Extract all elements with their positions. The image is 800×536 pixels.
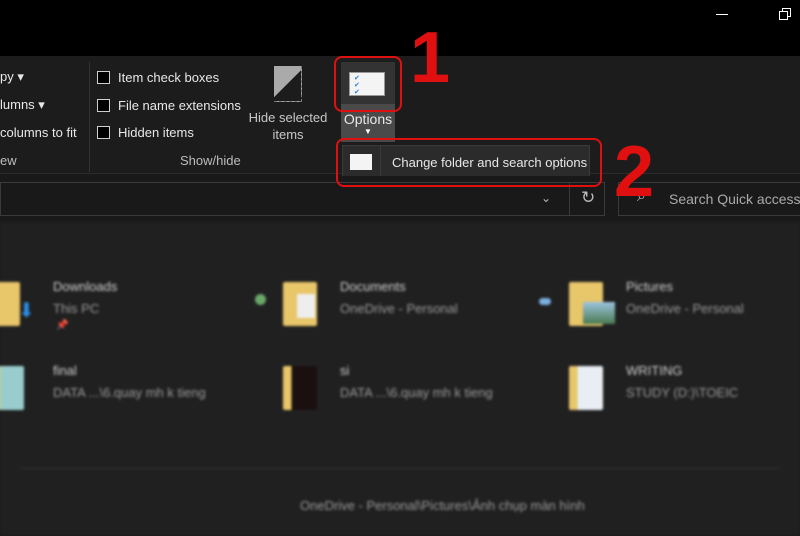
folder-name: final: [53, 363, 77, 378]
download-arrow-icon: ⬇: [18, 300, 35, 322]
folder-name: Documents: [340, 279, 406, 294]
minimize-icon[interactable]: [716, 14, 728, 15]
hide-selected-items-button[interactable]: Hide selected items: [248, 66, 328, 142]
folder-name: si: [340, 363, 350, 378]
restore-icon[interactable]: [779, 8, 791, 20]
highlight-options: [334, 56, 402, 112]
checkbox-label: File name extensions: [118, 98, 241, 113]
folder-name: Downloads: [53, 279, 118, 294]
label: items: [272, 127, 304, 142]
file-name-extensions-checkbox[interactable]: File name extensions: [97, 98, 241, 113]
label: Hide selected: [248, 110, 328, 125]
folder-name: WRITING: [626, 363, 683, 378]
cloud-icon: [539, 298, 551, 305]
divider: [89, 62, 90, 172]
search-placeholder: Search Quick access: [669, 191, 800, 207]
hide-page-icon: [274, 66, 302, 102]
folder-location: This PC: [53, 301, 100, 316]
layout-item[interactable]: py ▾: [0, 69, 24, 85]
size-columns-button[interactable]: columns to fit: [0, 125, 77, 140]
checkbox-label: Hidden items: [118, 125, 194, 140]
highlight-menu-item: [336, 138, 602, 187]
divider: [20, 468, 780, 469]
group-label-show-hide: Show/hide: [180, 153, 241, 168]
chevron-down-icon[interactable]: ⌄: [541, 191, 551, 205]
pin-icon: 📌: [56, 320, 69, 331]
chevron-down-icon: ▼: [364, 127, 372, 136]
folder-location: OneDrive - Personal: [626, 301, 744, 316]
folder-location: DATA ...\6.quay mh k tieng: [340, 385, 493, 400]
sync-status-icon: [255, 294, 266, 305]
step-2-label: 2: [614, 132, 655, 212]
item-check-boxes-checkbox[interactable]: Item check boxes: [97, 70, 219, 85]
layout-item[interactable]: lumns ▾: [0, 97, 45, 113]
options-label: Options: [343, 111, 393, 127]
hidden-items-checkbox[interactable]: Hidden items: [97, 125, 194, 140]
address-bar[interactable]: ⌄ ↻: [0, 182, 605, 216]
recent-file-location: OneDrive - Personal\Pictures\Ảnh chụp mà…: [300, 498, 585, 513]
folder-location: DATA ...\6.quay mh k tieng: [53, 385, 206, 400]
folder-location: STUDY (D:)\TOEIC: [626, 385, 739, 400]
folder-location: OneDrive - Personal: [340, 301, 458, 316]
title-bar: [0, 0, 800, 56]
step-1-label: 1: [410, 18, 451, 98]
quick-access-content: ⬇ Downloads This PC 📌 Documents OneDrive…: [0, 222, 800, 536]
refresh-icon[interactable]: ↻: [581, 188, 595, 208]
folder-name: Pictures: [626, 279, 673, 294]
checkbox-label: Item check boxes: [118, 70, 220, 85]
group-label-view: ew: [0, 153, 17, 168]
